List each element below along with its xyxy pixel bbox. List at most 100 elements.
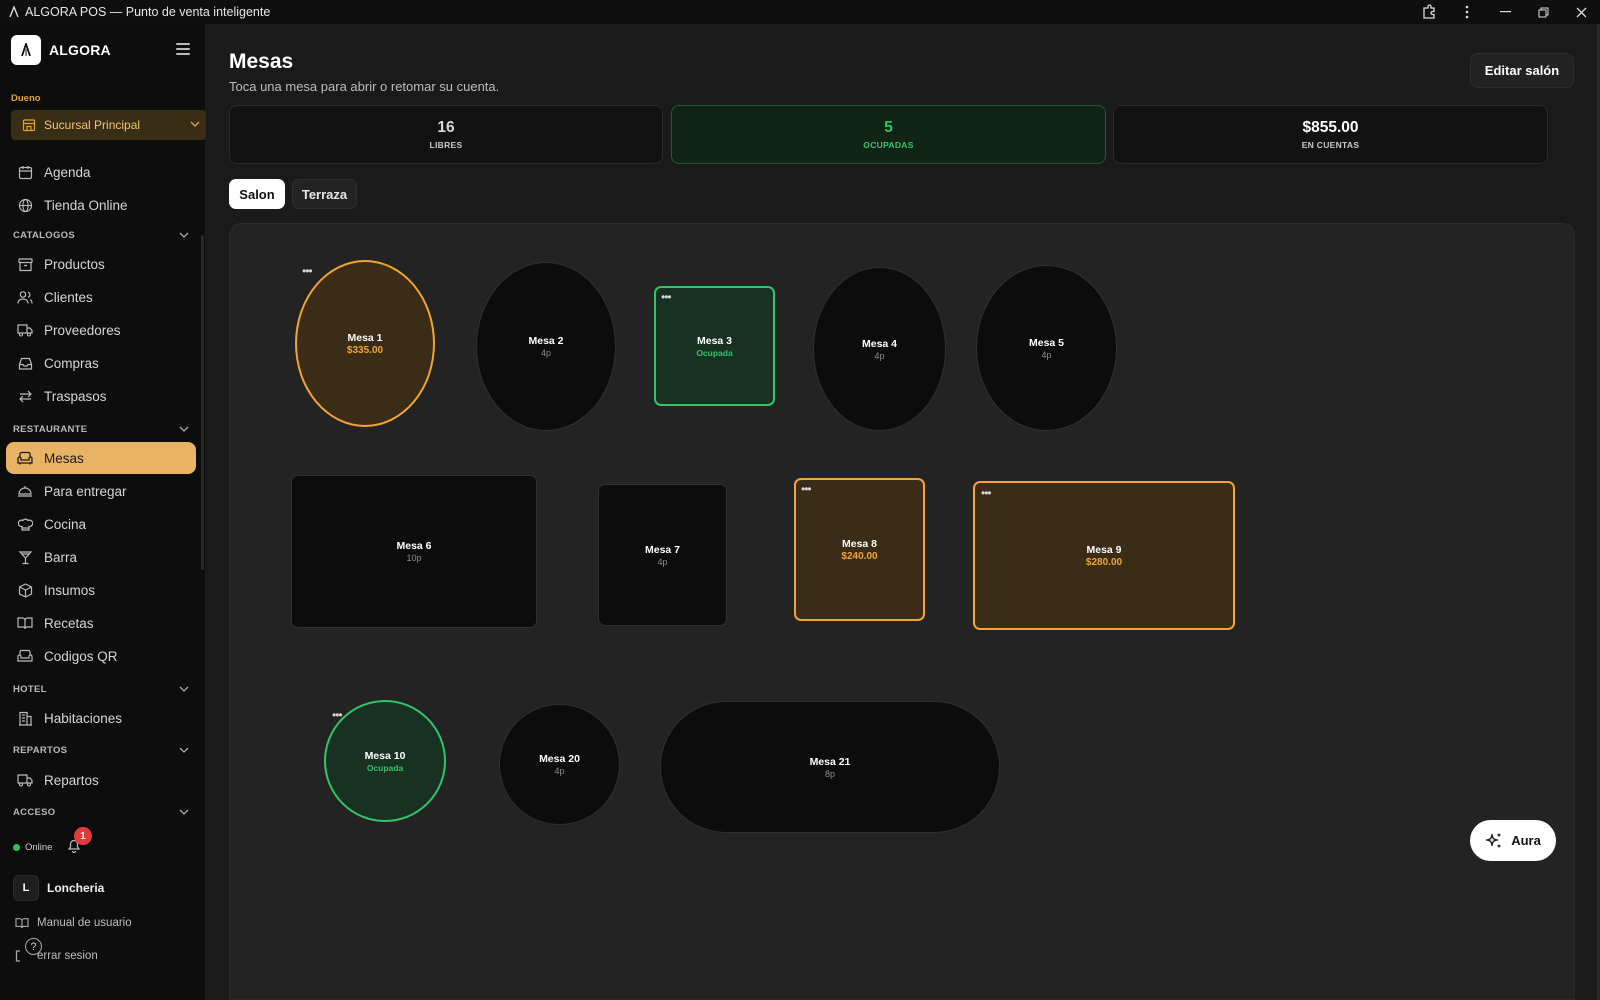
section-restaurante[interactable]: RESTAURANTE <box>13 421 189 437</box>
building-icon <box>16 709 34 727</box>
transfer-icon <box>16 387 34 405</box>
table-mesa-1[interactable]: Mesa 1 $335.00 <box>295 260 435 427</box>
nav-item-label: Tienda Online <box>44 197 128 213</box>
nav-item-insumos[interactable]: Insumos <box>6 574 196 606</box>
sidebar: ALGORA Dueno Sucursal Principal Agenda T… <box>0 24 206 1000</box>
section-repartos[interactable]: REPARTOS <box>13 742 189 758</box>
app-logo-icon <box>7 5 21 19</box>
nav-item-label: Clientes <box>44 289 93 305</box>
section-label: RESTAURANTE <box>13 423 88 435</box>
table-mesa-7[interactable]: Mesa 7 4p <box>598 484 727 626</box>
table-menu-icon[interactable]: ••• <box>801 483 812 495</box>
stat-value: $855.00 <box>1302 119 1359 136</box>
stat-ocupadas: 5 OCUPADAS <box>671 105 1106 164</box>
window-titlebar: ALGORA POS — Punto de venta inteligente <box>0 0 1600 24</box>
section-hotel[interactable]: HOTEL <box>13 681 189 697</box>
nav-item-recetas[interactable]: Recetas <box>6 607 196 639</box>
table-name: Mesa 20 <box>539 753 580 765</box>
table-seats: 4p <box>1041 349 1052 360</box>
section-label: REPARTOS <box>13 744 68 756</box>
tab-terraza[interactable]: Terraza <box>292 179 357 209</box>
brand-name: ALGORA <box>49 42 111 58</box>
dish-icon <box>16 482 34 500</box>
nav-item-label: Agenda <box>44 164 91 180</box>
role-label: Dueno <box>11 93 41 104</box>
nav-item-para-entregar[interactable]: Para entregar <box>6 475 196 507</box>
nav-item-label: Recetas <box>44 615 94 631</box>
floor-plan: Mesa 1 $335.00 ••• Mesa 2 4p Mesa 3 Ocup… <box>229 223 1575 1000</box>
table-mesa-5[interactable]: Mesa 5 4p <box>976 265 1117 431</box>
stat-value: 5 <box>884 119 893 136</box>
chevron-down-icon <box>179 232 189 238</box>
table-menu-icon[interactable]: ••• <box>981 487 992 499</box>
page-subtitle: Toca una mesa para abrir o retomar su cu… <box>229 79 500 94</box>
table-amount: $280.00 <box>1085 556 1123 568</box>
menu-toggle-icon[interactable] <box>176 43 190 55</box>
table-name: Mesa 6 <box>396 540 432 552</box>
connection-status: Online <box>13 842 52 853</box>
nav-item-label: Para entregar <box>44 483 127 499</box>
manual-link[interactable]: Manual de usuario <box>15 917 132 929</box>
tab-salon[interactable]: Salon <box>229 179 285 209</box>
sidebar-scrollbar[interactable] <box>201 235 204 570</box>
table-mesa-2[interactable]: Mesa 2 4p <box>476 262 616 431</box>
table-status: Ocupada <box>366 762 404 773</box>
nav-item-proveedores[interactable]: Proveedores <box>6 314 196 346</box>
aura-assistant-button[interactable]: Aura <box>1470 820 1556 861</box>
close-button[interactable] <box>1562 0 1600 24</box>
section-label: ACCESO <box>13 806 56 818</box>
table-mesa-20[interactable]: Mesa 20 4p <box>499 704 620 825</box>
restore-button[interactable] <box>1524 0 1562 24</box>
table-mesa-8[interactable]: Mesa 8 $240.00 <box>794 478 925 621</box>
table-mesa-21[interactable]: Mesa 21 8p <box>660 701 1000 833</box>
table-name: Mesa 21 <box>809 755 851 768</box>
table-mesa-6[interactable]: Mesa 6 10p <box>291 475 537 628</box>
nav-item-repartos[interactable]: Repartos <box>6 764 196 796</box>
nav-item-tienda-online[interactable]: Tienda Online <box>6 189 196 221</box>
nav-item-habitaciones[interactable]: Habitaciones <box>6 702 196 734</box>
stat-label: EN CUENTAS <box>1301 140 1360 150</box>
nav-item-barra[interactable]: Barra <box>6 541 196 573</box>
table-menu-icon[interactable]: ••• <box>302 265 313 277</box>
box-icon <box>16 581 34 599</box>
nav-item-cocina[interactable]: Cocina <box>6 508 196 540</box>
table-seats: 4p <box>540 348 551 358</box>
nav-item-label: Mesas <box>44 450 84 466</box>
section-label: HOTEL <box>13 683 47 695</box>
table-status: Ocupada <box>696 347 733 358</box>
edit-floor-button[interactable]: Editar salón <box>1470 53 1574 88</box>
calendar-icon <box>16 163 34 181</box>
brand[interactable]: ALGORA <box>11 35 111 65</box>
branch-select[interactable]: Sucursal Principal <box>11 110 206 140</box>
section-catalogos[interactable]: CATALOGOS <box>13 227 189 243</box>
sparkles-icon <box>1485 832 1501 847</box>
main-content: Mesas Toca una mesa para abrir o retomar… <box>207 24 1600 1000</box>
table-mesa-4[interactable]: Mesa 4 4p <box>813 267 946 431</box>
nav-item-traspasos[interactable]: Traspasos <box>6 380 196 412</box>
brand-logo-icon <box>11 35 41 65</box>
user-profile[interactable]: L Loncheria <box>13 875 104 901</box>
minimize-button[interactable] <box>1486 0 1524 24</box>
more-vertical-icon[interactable] <box>1448 0 1486 24</box>
table-mesa-9[interactable]: Mesa 9 $280.00 <box>973 481 1235 630</box>
help-button[interactable]: ? <box>25 938 42 955</box>
table-mesa-10[interactable]: Mesa 10 Ocupada <box>324 700 446 822</box>
nav-item-mesas[interactable]: Mesas <box>6 442 196 474</box>
nav-item-codigos-qr[interactable]: Codigos QR <box>6 640 196 672</box>
nav-item-label: Traspasos <box>44 388 107 404</box>
section-acceso[interactable]: ACCESO <box>13 804 189 820</box>
extensions-icon[interactable] <box>1410 0 1448 24</box>
table-name: Mesa 1 <box>347 331 383 344</box>
nav-item-productos[interactable]: Productos <box>6 248 196 280</box>
table-menu-icon[interactable]: ••• <box>332 709 343 721</box>
table-seats: 8p <box>824 768 835 779</box>
table-menu-icon[interactable]: ••• <box>661 291 672 303</box>
nav-item-clientes[interactable]: Clientes <box>6 281 196 313</box>
nav-item-compras[interactable]: Compras <box>6 347 196 379</box>
stat-label: OCUPADAS <box>863 140 914 150</box>
truck-icon <box>16 321 34 339</box>
archive-icon <box>16 255 34 273</box>
nav-item-agenda[interactable]: Agenda <box>6 156 196 188</box>
table-amount: $240.00 <box>841 550 878 562</box>
table-mesa-3[interactable]: Mesa 3 Ocupada <box>654 286 775 406</box>
